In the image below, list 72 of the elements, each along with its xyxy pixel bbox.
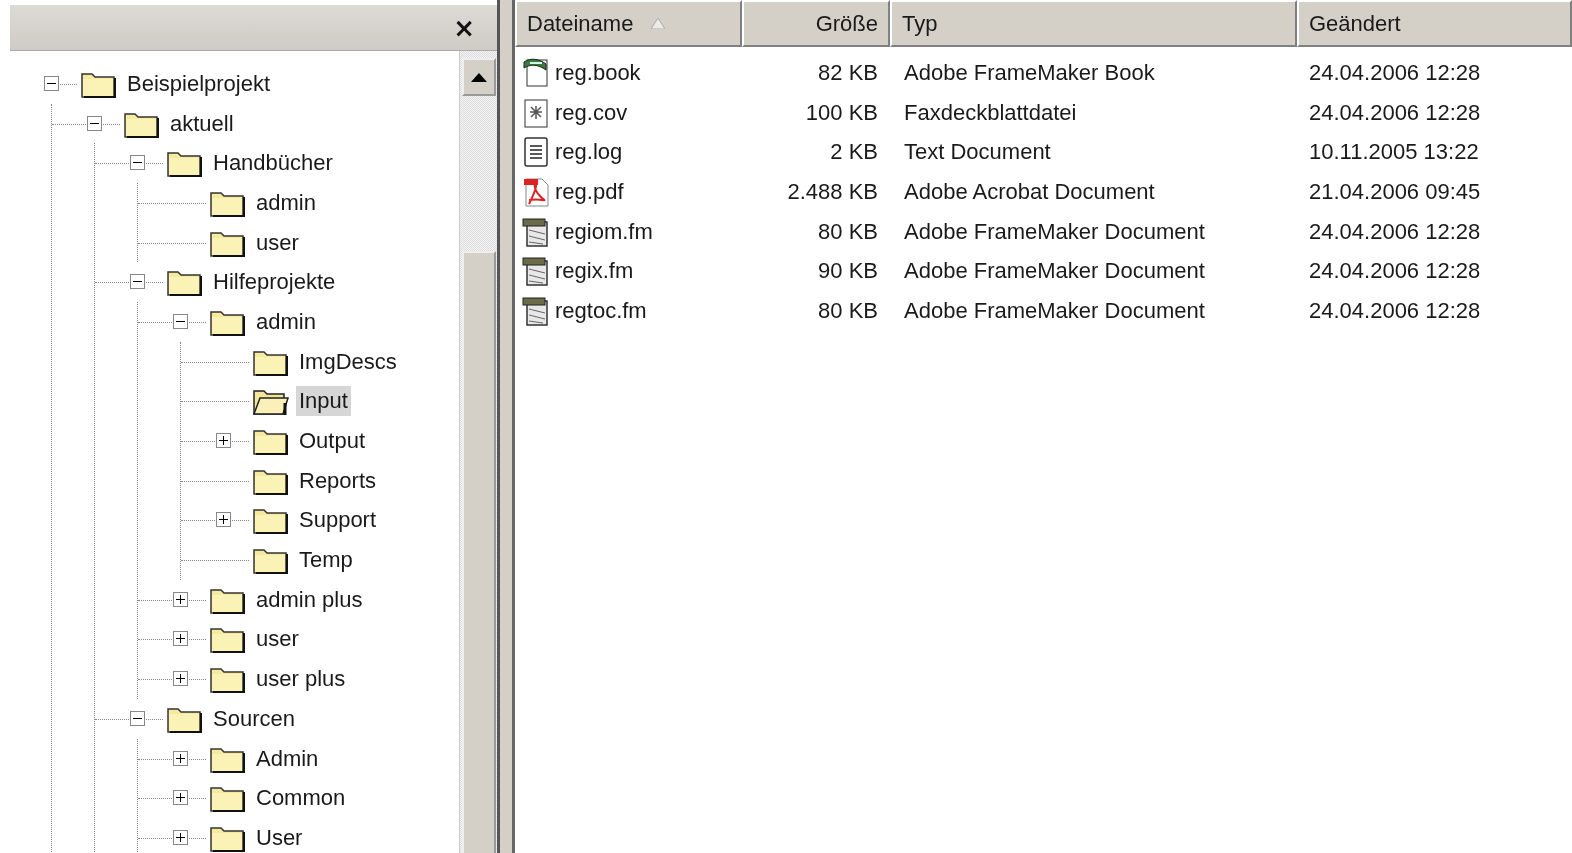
file-size-cell-text: 90 KB	[817, 257, 879, 286]
modified-date-cell-text: 24.04.2006 12:28	[1308, 217, 1482, 246]
expand-toggle[interactable]	[173, 631, 188, 647]
modified-date-cell-text: 10.11.2005 13:22	[1308, 138, 1480, 167]
folder-item[interactable]: user	[253, 624, 302, 655]
folder-item[interactable]: Common	[253, 783, 349, 814]
pane-splitter[interactable]	[497, 0, 515, 853]
folder-item[interactable]: Support	[296, 505, 380, 536]
column-header[interactable]: Dateiname	[515, 0, 742, 47]
file-type-cell-text: Adobe FrameMaker Document	[903, 257, 1206, 286]
folder-item[interactable]: Reports	[296, 465, 380, 496]
collapse-toggle[interactable]	[44, 75, 59, 91]
expand-toggle[interactable]	[173, 790, 188, 806]
file-name-cell[interactable]: reg.book	[515, 53, 742, 93]
folder-item[interactable]: Beispielprojekt	[124, 68, 274, 99]
collapse-toggle[interactable]	[87, 115, 102, 131]
scroll-up-button[interactable]	[462, 58, 496, 96]
scroll-thumb[interactable]	[462, 251, 496, 853]
modified-date-cell-text: 24.04.2006 12:28	[1308, 257, 1482, 286]
file-name-cell[interactable]: regiom.fm	[515, 211, 742, 252]
folder-item[interactable]: User	[253, 822, 306, 853]
collapse-toggle[interactable]	[130, 155, 145, 171]
file-name-cell[interactable]: regix.fm	[515, 251, 742, 292]
folder-item[interactable]: user	[253, 227, 302, 258]
folder-item[interactable]: Hilfeprojekte	[210, 267, 339, 298]
folder-item[interactable]: user plus	[253, 664, 349, 695]
modified-date-cell-text: 24.04.2006 12:28	[1308, 98, 1482, 127]
file-size-cell-text: 80 KB	[817, 217, 879, 246]
file-size-cell-text: 82 KB	[817, 58, 879, 87]
folder-item[interactable]: admin plus	[253, 584, 366, 615]
column-header[interactable]: Größe	[742, 0, 890, 47]
file-type-cell-text: Adobe Acrobat Document	[903, 177, 1156, 206]
file-type-cell-text: Text Document	[903, 138, 1052, 167]
folder-item[interactable]: Input	[296, 386, 351, 417]
expand-toggle[interactable]	[216, 433, 231, 449]
folder-item[interactable]: admin	[253, 306, 319, 337]
expand-toggle[interactable]	[173, 750, 188, 766]
collapse-toggle[interactable]	[130, 274, 145, 290]
file-name-cell[interactable]: reg.log	[515, 132, 742, 173]
up-arrow-icon	[471, 72, 487, 82]
file-size-cell-text: 2 KB	[829, 138, 879, 167]
file-type-cell-text: Adobe FrameMaker Document	[903, 217, 1206, 246]
file-type-cell-text: Adobe FrameMaker Book	[903, 58, 1156, 87]
folder-item[interactable]: Temp	[296, 545, 356, 576]
file-name-cell[interactable]: reg.cov	[515, 92, 742, 133]
column-header[interactable]: Geändert	[1297, 0, 1572, 47]
expand-toggle[interactable]	[173, 671, 188, 687]
modified-date-cell-text: 24.04.2006 12:28	[1308, 58, 1482, 87]
file-type-cell-text: Faxdeckblattdatei	[903, 98, 1078, 127]
scrollbar[interactable]	[459, 51, 497, 853]
collapse-toggle[interactable]	[130, 710, 145, 726]
folder-item[interactable]: aktuell	[167, 108, 237, 139]
collapse-toggle[interactable]	[173, 313, 188, 329]
file-name-cell[interactable]: reg.pdf	[515, 172, 742, 212]
expand-toggle[interactable]	[173, 829, 188, 845]
expand-toggle[interactable]	[216, 512, 231, 528]
modified-date-cell-text: 24.04.2006 12:28	[1308, 296, 1482, 325]
folder-item[interactable]: admin	[253, 187, 319, 218]
folder-item[interactable]: ImgDescs	[296, 346, 400, 377]
file-size-cell-text: 80 KB	[817, 296, 879, 325]
file-size-cell-text: 2.488 KB	[786, 177, 879, 206]
folder-item[interactable]: Sourcen	[210, 703, 298, 734]
file-name-cell[interactable]: regtoc.fm	[515, 291, 742, 331]
modified-date-cell-text: 21.04.2006 09:45	[1308, 177, 1482, 206]
close-button[interactable]: ×	[445, 12, 483, 43]
expand-toggle[interactable]	[173, 591, 188, 607]
column-header[interactable]: Typ	[890, 0, 1297, 47]
file-type-cell-text: Adobe FrameMaker Document	[903, 296, 1206, 325]
folder-item[interactable]: Admin	[253, 743, 322, 774]
file-size-cell-text: 100 KB	[804, 98, 879, 127]
folder-item[interactable]: Handbücher	[210, 148, 336, 179]
folder-item[interactable]: Output	[296, 426, 369, 457]
